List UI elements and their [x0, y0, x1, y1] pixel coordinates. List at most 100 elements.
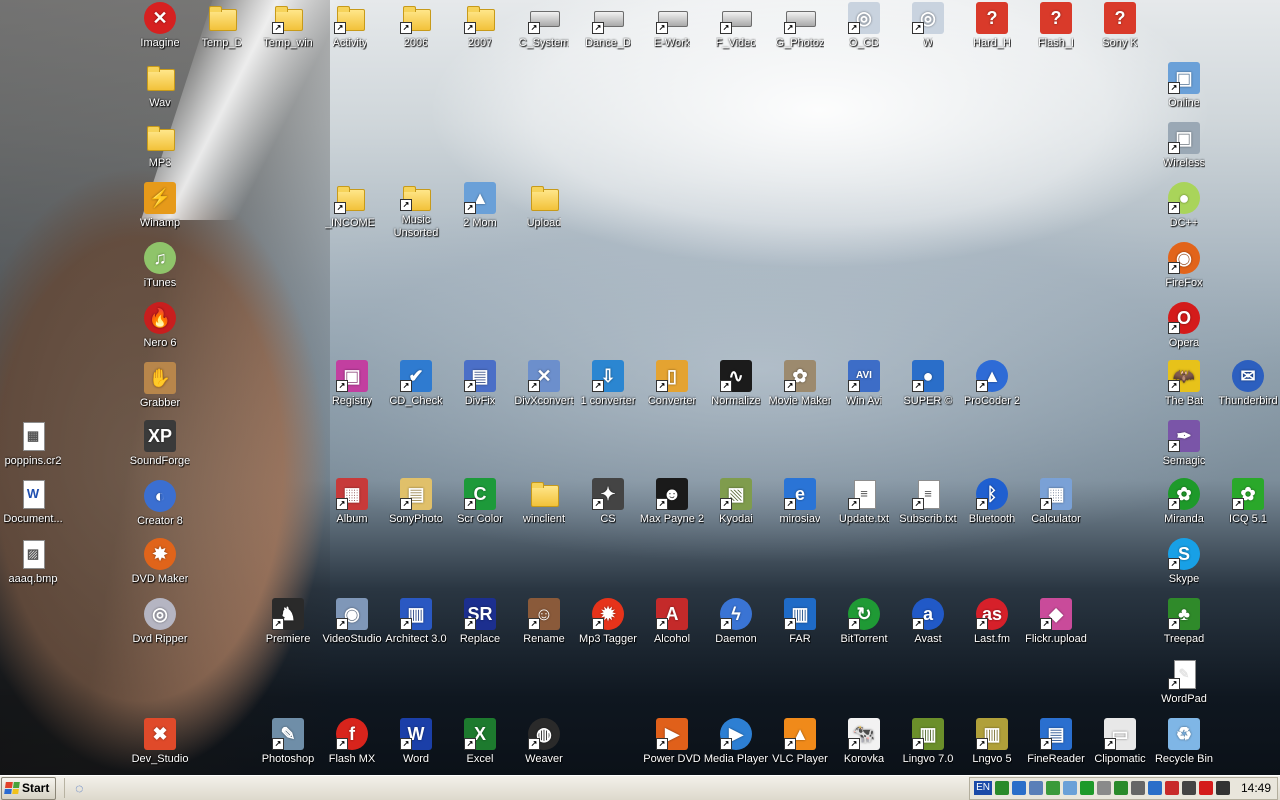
desktop-icon-online[interactable]: ▣ ↗ Online — [1144, 62, 1224, 118]
shortcut-arrow-icon: ↗ — [912, 498, 924, 510]
tray-icon[interactable] — [994, 781, 1009, 795]
icon-label: Temp_D — [201, 37, 243, 49]
app-icon: ✒ ↗ — [1168, 420, 1200, 452]
shortcut-arrow-icon: ↗ — [848, 498, 860, 510]
start-button[interactable]: Start — [1, 776, 57, 800]
app-icon: ▣ ↗ — [1168, 122, 1200, 154]
shortcut-arrow-icon: ↗ — [400, 199, 412, 212]
tray-icon[interactable] — [1130, 781, 1145, 795]
icon-label: C_System — [518, 37, 570, 49]
icon-label: Media Player — [703, 753, 769, 765]
tray-icon[interactable] — [1096, 781, 1111, 795]
shortcut-arrow-icon: ↗ — [334, 22, 346, 34]
desktop-icon-icq-5-1[interactable]: ✿ ↗ ICQ 5.1 — [1208, 478, 1280, 534]
icon-label: CD_Check — [389, 395, 443, 407]
desktop-icon-treepad[interactable]: ♣ ↗ Treepad — [1144, 598, 1224, 654]
icon-label: DC++ — [1169, 217, 1199, 229]
shortcut-arrow-icon: ↗ — [912, 380, 924, 392]
shortcut-arrow-icon: ↗ — [1104, 738, 1116, 750]
desktop-icon-recycle-bin[interactable]: ♻ Recycle Bin — [1144, 718, 1224, 774]
tray-icon[interactable] — [1079, 781, 1094, 795]
desktop-icon-semagic[interactable]: ✒ ↗ Semagic — [1144, 420, 1224, 476]
desktop-icon-opera[interactable]: O ↗ Opera — [1144, 302, 1224, 358]
app-icon: as ↗ — [976, 598, 1008, 630]
app-icon: ♣ ↗ — [1168, 598, 1200, 630]
clock[interactable]: 14:49 — [1241, 781, 1271, 795]
desktop-icon-wordpad[interactable]: ✎ ↗ WordPad — [1144, 658, 1224, 714]
tray-icon[interactable] — [1164, 781, 1179, 795]
app-icon: ? — [1040, 2, 1072, 34]
tray-icon[interactable] — [1215, 781, 1230, 795]
desktop-icon-sony-k[interactable]: ? Sony K — [1080, 2, 1160, 58]
icon-label: Document... — [3, 513, 63, 525]
desktop-icon-poppins-cr2[interactable]: ▦ poppins.cr2 — [0, 420, 73, 476]
tray-icon[interactable] — [1028, 781, 1043, 795]
desktop-icon-weaver[interactable]: ◍ ↗ Weaver — [504, 718, 584, 774]
tray-icon[interactable] — [1113, 781, 1128, 795]
desktop[interactable]: ✕ Imagine Temp_D ↗ Temp_win ↗ Activity ↗ 2006 ↗ 20… — [0, 0, 1280, 775]
app-icon: ♞ ↗ — [272, 598, 304, 630]
icon-label: Dev_Studio — [131, 753, 189, 765]
desktop-icon-document[interactable]: W Document... — [0, 478, 73, 534]
shortcut-arrow-icon: ↗ — [400, 618, 412, 630]
app-icon: ✎ ↗ — [1168, 658, 1200, 690]
shortcut-arrow-icon: ↗ — [720, 618, 732, 630]
app-icon: ≡ ↗ — [912, 478, 944, 510]
desktop-icon-grabber[interactable]: ✋ Grabber — [120, 362, 200, 418]
desktop-icon-dc[interactable]: ● ↗ DC++ — [1144, 182, 1224, 238]
desktop-icon-nero-6[interactable]: 🔥 Nero 6 — [120, 302, 200, 358]
icon-label: _INCOME — [324, 217, 376, 229]
icon-label: aaaq.bmp — [8, 573, 58, 585]
app-icon: ? — [1104, 2, 1136, 34]
icon-label: Miranda — [1164, 513, 1204, 525]
icon-label: Movie Maker — [768, 395, 832, 407]
app-icon — [528, 182, 560, 214]
app-icon: ↗ — [272, 2, 304, 34]
desktop-icon-dvd-maker[interactable]: ✸ DVD Maker — [120, 538, 200, 594]
tray-icon[interactable] — [1045, 781, 1060, 795]
icon-label: Scr Color — [457, 513, 503, 525]
icon-label: F_Video — [715, 37, 757, 49]
desktop-icon-aaaq-bmp[interactable]: ▨ aaaq.bmp — [0, 538, 73, 594]
desktop-icon-itunes[interactable]: ♫ iTunes — [120, 242, 200, 298]
desktop-icon-wireless[interactable]: ▣ ↗ Wireless — [1144, 122, 1224, 178]
desktop-icon-upload[interactable]: Upload — [504, 182, 584, 238]
desktop-icon-soundforge[interactable]: XP SoundForge — [120, 420, 200, 476]
desktop-icon-creator-8[interactable]: ◐ Creator 8 — [120, 480, 200, 536]
language-indicator[interactable]: EN — [974, 781, 992, 795]
desktop-icon-dvd-ripper[interactable]: ◎ Dvd Ripper — [120, 598, 200, 654]
desktop-icon-wav[interactable]: Wav — [120, 62, 200, 118]
app-icon: ♻ — [1168, 718, 1200, 750]
desktop-icon-mp3[interactable]: MP3 — [120, 122, 200, 178]
tray-icon[interactable] — [1147, 781, 1162, 795]
app-icon: XP — [144, 420, 176, 452]
icon-label: Clipomatic — [1094, 753, 1146, 765]
desktop-icon-procoder-2[interactable]: ▲ ↗ ProCoder 2 — [952, 360, 1032, 416]
tray-icon[interactable] — [1198, 781, 1213, 795]
app-icon: ▤ ↗ — [464, 360, 496, 392]
desktop-icon-firefox[interactable]: ◉ ↗ FireFox — [1144, 242, 1224, 298]
desktop-icon-winamp[interactable]: ⚡ Winamp — [120, 182, 200, 238]
tray-icon[interactable] — [1062, 781, 1077, 795]
desktop-icon-dev-studio[interactable]: ✖ Dev_Studio — [120, 718, 200, 774]
desktop-icon-calculator[interactable]: ▦ ↗ Calculator — [1016, 478, 1096, 534]
start-label: Start — [22, 781, 50, 795]
app-icon: ✖ — [144, 718, 176, 750]
app-icon: ▲ ↗ — [784, 718, 816, 750]
shortcut-arrow-icon: ↗ — [784, 618, 796, 630]
desktop-icon-flickr-upload[interactable]: ◆ ↗ Flickr.upload — [1016, 598, 1096, 654]
shortcut-arrow-icon: ↗ — [464, 202, 476, 214]
app-icon: ✹ ↗ — [592, 598, 624, 630]
tray-icon[interactable] — [1181, 781, 1196, 795]
icon-label: Max Payne 2 — [639, 513, 705, 525]
icon-label: Avast — [914, 633, 942, 645]
desktop-icon-skype[interactable]: S ↗ Skype — [1144, 538, 1224, 594]
app-icon: ☺ ↗ — [528, 598, 560, 630]
app-icon: ● ↗ — [912, 360, 944, 392]
desktop-icon-thunderbird[interactable]: ✉ Thunderbird — [1208, 360, 1280, 416]
quick-launch-icon[interactable]: ◌ — [64, 778, 89, 798]
shortcut-arrow-icon: ↗ — [784, 738, 796, 750]
app-icon: ↗ — [334, 2, 366, 34]
tray-icon[interactable] — [1011, 781, 1026, 795]
app-icon — [144, 62, 176, 94]
